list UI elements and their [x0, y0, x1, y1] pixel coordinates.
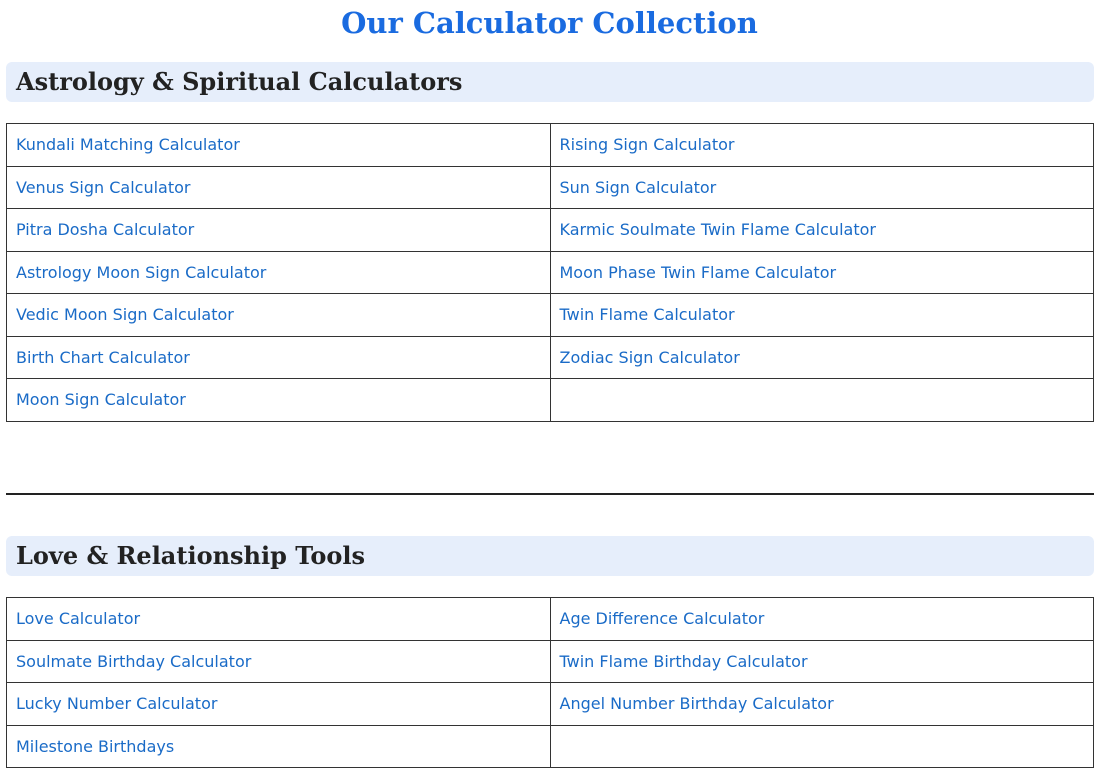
table-cell: Karmic Soulmate Twin Flame Calculator [549, 208, 1094, 252]
calculator-link[interactable]: Pitra Dosha Calculator [16, 220, 194, 239]
calculator-link[interactable]: Vedic Moon Sign Calculator [16, 305, 234, 324]
calculator-link[interactable]: Karmic Soulmate Twin Flame Calculator [560, 220, 876, 239]
calculator-link[interactable]: Moon Sign Calculator [16, 390, 186, 409]
table-cell: Soulmate Birthday Calculator [6, 639, 551, 683]
table-row: Milestone Birthdays [6, 724, 1094, 768]
table-cell: Sun Sign Calculator [549, 165, 1094, 209]
table-cell: Birth Chart Calculator [6, 335, 551, 379]
table-row: Venus Sign Calculator Sun Sign Calculato… [6, 165, 1094, 209]
calculator-link[interactable]: Zodiac Sign Calculator [560, 348, 740, 367]
table-row: Pitra Dosha Calculator Karmic Soulmate T… [6, 208, 1094, 252]
calculator-link[interactable]: Moon Phase Twin Flame Calculator [560, 263, 837, 282]
calculator-link[interactable]: Twin Flame Calculator [560, 305, 735, 324]
calculator-link[interactable]: Astrology Moon Sign Calculator [16, 263, 266, 282]
calculator-link[interactable]: Venus Sign Calculator [16, 178, 190, 197]
calculator-link[interactable]: Birth Chart Calculator [16, 348, 190, 367]
table-cell: Moon Sign Calculator [6, 378, 551, 422]
table-cell: Kundali Matching Calculator [6, 123, 551, 167]
calculator-link[interactable]: Milestone Birthdays [16, 737, 174, 756]
calculator-link[interactable]: Rising Sign Calculator [560, 135, 735, 154]
section-header-love: Love & Relationship Tools [6, 536, 1094, 576]
table-cell: Lucky Number Calculator [6, 682, 551, 726]
table-row: Lucky Number Calculator Angel Number Bir… [6, 682, 1094, 726]
table-row: Vedic Moon Sign Calculator Twin Flame Ca… [6, 293, 1094, 337]
calculator-link[interactable]: Soulmate Birthday Calculator [16, 652, 251, 671]
table-cell: Love Calculator [6, 597, 551, 641]
table-cell: Twin Flame Birthday Calculator [549, 639, 1094, 683]
empty-cell [549, 378, 1094, 422]
calculator-link[interactable]: Age Difference Calculator [560, 609, 765, 628]
table-cell: Angel Number Birthday Calculator [549, 682, 1094, 726]
table-row: Kundali Matching Calculator Rising Sign … [6, 123, 1094, 167]
table-cell: Pitra Dosha Calculator [6, 208, 551, 252]
astrology-calculator-table: Kundali Matching Calculator Rising Sign … [6, 123, 1094, 422]
calculator-link[interactable]: Twin Flame Birthday Calculator [560, 652, 808, 671]
love-tools-table: Love Calculator Age Difference Calculato… [6, 597, 1094, 768]
table-row: Astrology Moon Sign Calculator Moon Phas… [6, 250, 1094, 294]
table-cell: Twin Flame Calculator [549, 293, 1094, 337]
table-row: Birth Chart Calculator Zodiac Sign Calcu… [6, 335, 1094, 379]
table-cell: Vedic Moon Sign Calculator [6, 293, 551, 337]
table-cell: Zodiac Sign Calculator [549, 335, 1094, 379]
table-cell: Age Difference Calculator [549, 597, 1094, 641]
calculator-link[interactable]: Angel Number Birthday Calculator [560, 694, 834, 713]
table-row: Soulmate Birthday Calculator Twin Flame … [6, 639, 1094, 683]
table-cell: Venus Sign Calculator [6, 165, 551, 209]
calculator-link[interactable]: Love Calculator [16, 609, 140, 628]
section-heading: Love & Relationship Tools [16, 541, 365, 570]
table-cell: Milestone Birthdays [6, 724, 551, 768]
calculator-link[interactable]: Kundali Matching Calculator [16, 135, 240, 154]
table-cell: Astrology Moon Sign Calculator [6, 250, 551, 294]
page-title: Our Calculator Collection [341, 6, 758, 40]
calculator-link[interactable]: Sun Sign Calculator [560, 178, 717, 197]
table-cell: Rising Sign Calculator [549, 123, 1094, 167]
calculator-link[interactable]: Lucky Number Calculator [16, 694, 217, 713]
empty-cell [549, 724, 1094, 768]
section-divider [6, 493, 1094, 495]
table-row: Love Calculator Age Difference Calculato… [6, 597, 1094, 641]
table-row: Moon Sign Calculator [6, 378, 1094, 422]
section-heading: Astrology & Spiritual Calculators [16, 67, 463, 96]
table-cell: Moon Phase Twin Flame Calculator [549, 250, 1094, 294]
section-header-astrology: Astrology & Spiritual Calculators [6, 62, 1094, 102]
